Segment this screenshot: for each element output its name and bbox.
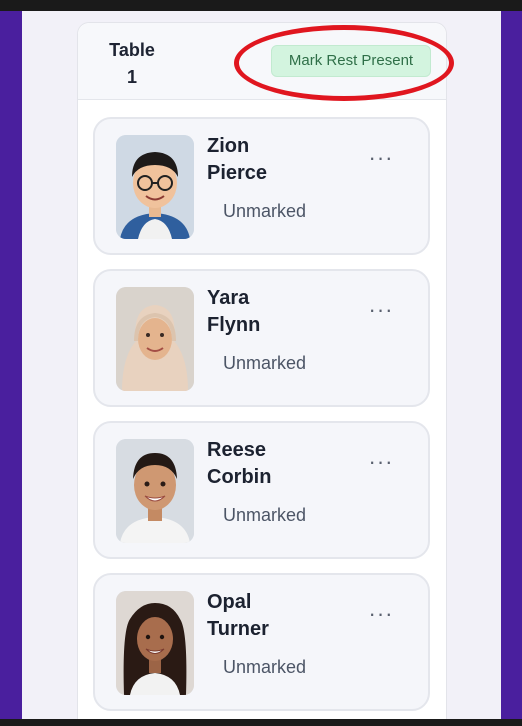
student-card[interactable]: Reese Corbin Unmarked ··· [93,421,430,559]
student-last-name: Corbin [207,466,272,488]
student-first-name: Opal [207,591,252,613]
more-options-icon[interactable]: ··· [365,299,397,321]
more-options-icon[interactable]: ··· [365,603,397,625]
student-name: Yara Flynn [207,285,317,339]
table-title: Table 1 [109,40,155,87]
student-photo [116,287,194,391]
student-last-name: Pierce [207,162,268,184]
window-top-bar [0,0,522,11]
student-first-name: Reese [207,439,266,461]
student-first-name: Yara [207,287,250,309]
attendance-status: Unmarked [223,505,307,525]
attendance-status: Unmarked [223,657,307,677]
student-card[interactable]: Zion Pierce Unmarked ··· [93,117,430,255]
more-options-icon[interactable]: ··· [365,451,397,473]
student-name: Zion Pierce [207,133,317,187]
student-first-name: Zion [207,135,250,157]
left-background-strip [0,11,22,719]
window-bottom-bar [0,719,522,726]
student-name: Reese Corbin [207,437,317,491]
student-photo [116,135,194,239]
student-last-name: Turner [207,618,269,640]
attendance-status: Unmarked [223,201,307,221]
student-photo [116,591,194,695]
attendance-status: Unmarked [223,353,307,373]
student-photo [116,439,194,543]
student-name: Opal Turner [207,589,317,643]
right-background-strip [501,11,522,719]
student-card[interactable]: Opal Turner Unmarked ··· [93,573,430,711]
student-last-name: Flynn [207,314,261,336]
student-card[interactable]: Yara Flynn Unmarked ··· [93,269,430,407]
highlight-annotation-circle [234,25,454,101]
more-options-icon[interactable]: ··· [365,147,397,169]
